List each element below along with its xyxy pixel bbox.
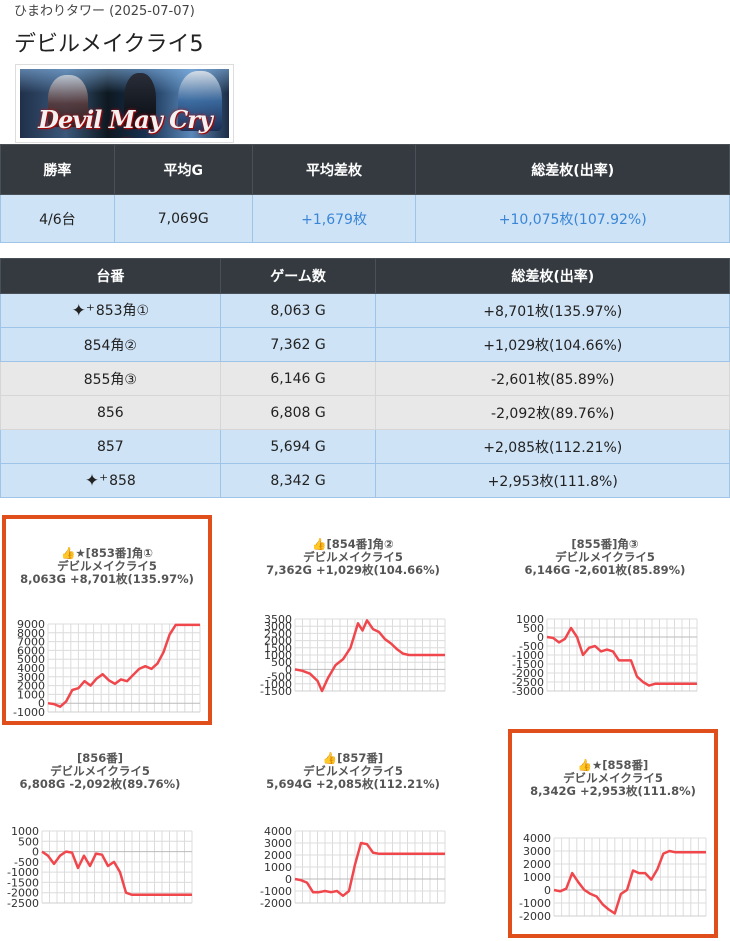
summary-table: 勝率 平均G 平均差枚 総差枚(出率) 4/6台 7,069G +1,679枚 …: [0, 144, 730, 243]
chart-stats: 5,694G +2,085枚(112.21%): [266, 777, 440, 791]
y-tick-label: 3500: [264, 614, 292, 626]
machine-total-diff: +8,701枚(135.97%): [375, 293, 730, 328]
machine-number: 853角①: [95, 303, 150, 319]
chart-card-853[interactable]: 👍★[853番]角① デビルメイクライ5 8,063G +8,701枚(135.…: [2, 515, 212, 725]
y-tick-label: 4000: [264, 826, 292, 838]
summary-win-rate: 4/6台: [0, 194, 115, 243]
summary-total-diff: +10,075枚(107.92%): [415, 194, 730, 243]
machine-number: 856: [0, 395, 221, 430]
machine-games: 6,808 G: [219, 395, 377, 430]
table-row[interactable]: 855角③ 6,146 G -2,601枚(85.89%): [0, 361, 730, 396]
sparkle-icon: ✦⁺: [71, 301, 95, 321]
machine-number: 854角②: [0, 327, 221, 362]
machine-total-diff: +1,029枚(104.66%): [375, 327, 730, 362]
machine-number: 855角③: [0, 361, 221, 396]
summary-header-avg-diff: 平均差枚: [251, 144, 417, 195]
machine-number: 857: [0, 429, 221, 464]
line-chart: -1500-1000-50005001000150020002500300035…: [260, 614, 446, 698]
summary-avg-diff: +1,679枚: [251, 194, 417, 243]
chart-card-855[interactable]: [855番]角③ デビルメイクライ5 6,146G -2,601枚(85.89%…: [505, 514, 705, 712]
table-row[interactable]: ✦⁺858 8,342 G +2,953枚(111.8%): [0, 463, 730, 498]
chart-card-856[interactable]: [856番] デビルメイクライ5 6,808G -2,092枚(89.76%) …: [0, 728, 200, 926]
line-chart: -2000-100001000200030004000: [519, 833, 707, 923]
y-tick-label: 0: [285, 873, 292, 886]
y-tick-label: 9000: [17, 619, 45, 631]
page-title: デビルメイクライ5: [14, 32, 204, 57]
machine-results-table: 台番 ゲーム数 総差枚(出率) ✦⁺853角① 8,063 G +8,701枚(…: [0, 258, 730, 498]
chart-stats: 6,146G -2,601枚(85.89%): [524, 563, 686, 577]
chart-card-854[interactable]: 👍[854番]角② デビルメイクライ5 7,362G +1,029枚(104.6…: [253, 514, 453, 712]
machine-total-diff: -2,092枚(89.76%): [375, 395, 730, 430]
machine-banner-image: Devil May Cry 5: [15, 64, 234, 143]
y-tick-label: -2000: [260, 897, 292, 910]
machine-games: 7,362 G: [219, 327, 377, 362]
sparkle-icon: ✦⁺: [84, 470, 109, 491]
y-tick-label: 4000: [523, 833, 551, 845]
table-row[interactable]: 857 5,694 G +2,085枚(112.21%): [0, 429, 730, 464]
chart-stats: 8,063G +8,701枚(135.97%): [20, 572, 194, 586]
summary-header-avg-games: 平均G: [113, 144, 253, 195]
summary-header-total-diff: 総差枚(出率): [415, 144, 730, 195]
machine-total-diff: -2,601枚(85.89%): [375, 361, 730, 396]
summary-avg-games: 7,069G: [113, 194, 253, 243]
machine-header-games: ゲーム数: [219, 258, 377, 294]
chart-stats: 8,342G +2,953枚(111.8%): [530, 784, 696, 798]
table-row[interactable]: 856 6,808 G -2,092枚(89.76%): [0, 395, 730, 430]
line-chart: -3000-2500-2000-1500-1000-50005001000: [512, 614, 698, 698]
machine-games: 6,146 G: [219, 361, 377, 396]
chart-stats: 7,362G +1,029枚(104.66%): [266, 563, 440, 577]
line-chart: -2500-2000-1500-1000-50005001000: [7, 826, 193, 910]
y-tick-label: 1000: [523, 871, 551, 884]
y-tick-label: 1000: [264, 861, 292, 874]
venue-date-subtitle: ひまわりタワー (2025-07-07): [14, 4, 195, 19]
chart-card-858[interactable]: 👍★[858番] デビルメイクライ5 8,342G +2,953枚(111.8%…: [508, 729, 718, 938]
y-tick-label: -1000: [260, 885, 292, 898]
y-tick-label: 1000: [11, 826, 39, 838]
y-tick-label: 2000: [264, 849, 292, 862]
table-row[interactable]: ✦⁺853角① 8,063 G +8,701枚(135.97%): [0, 293, 730, 328]
machine-games: 5,694 G: [219, 429, 377, 464]
y-tick-label: -1000: [519, 897, 551, 910]
summary-header-win-rate: 勝率: [0, 144, 115, 195]
machine-total-diff: +2,085枚(112.21%): [375, 429, 730, 464]
y-tick-label: 2000: [523, 858, 551, 871]
y-tick-label: 3000: [264, 837, 292, 850]
chart-stats: 6,808G -2,092枚(89.76%): [19, 777, 181, 791]
machine-number: 858: [109, 472, 136, 489]
line-chart: -100001000200030004000500060007000800090…: [13, 619, 201, 719]
machine-header-total-diff: 総差枚(出率): [375, 258, 730, 294]
chart-card-857[interactable]: 👍[857番] デビルメイクライ5 5,694G +2,085枚(112.21%…: [253, 728, 453, 926]
y-tick-label: 0: [544, 884, 551, 897]
y-tick-label: 3000: [523, 845, 551, 858]
y-tick-label: 1000: [516, 614, 544, 626]
machine-games: 8,342 G: [219, 463, 377, 498]
banner-logo-text: Devil May Cry 5: [38, 105, 213, 138]
machine-header-number: 台番: [0, 258, 221, 294]
y-tick-label: -2000: [519, 910, 551, 923]
line-chart: -2000-100001000200030004000: [260, 826, 446, 910]
machine-games: 8,063 G: [219, 293, 377, 328]
table-row[interactable]: 854角② 7,362 G +1,029枚(104.66%): [0, 327, 730, 362]
machine-total-diff: +2,953枚(111.8%): [375, 463, 730, 498]
